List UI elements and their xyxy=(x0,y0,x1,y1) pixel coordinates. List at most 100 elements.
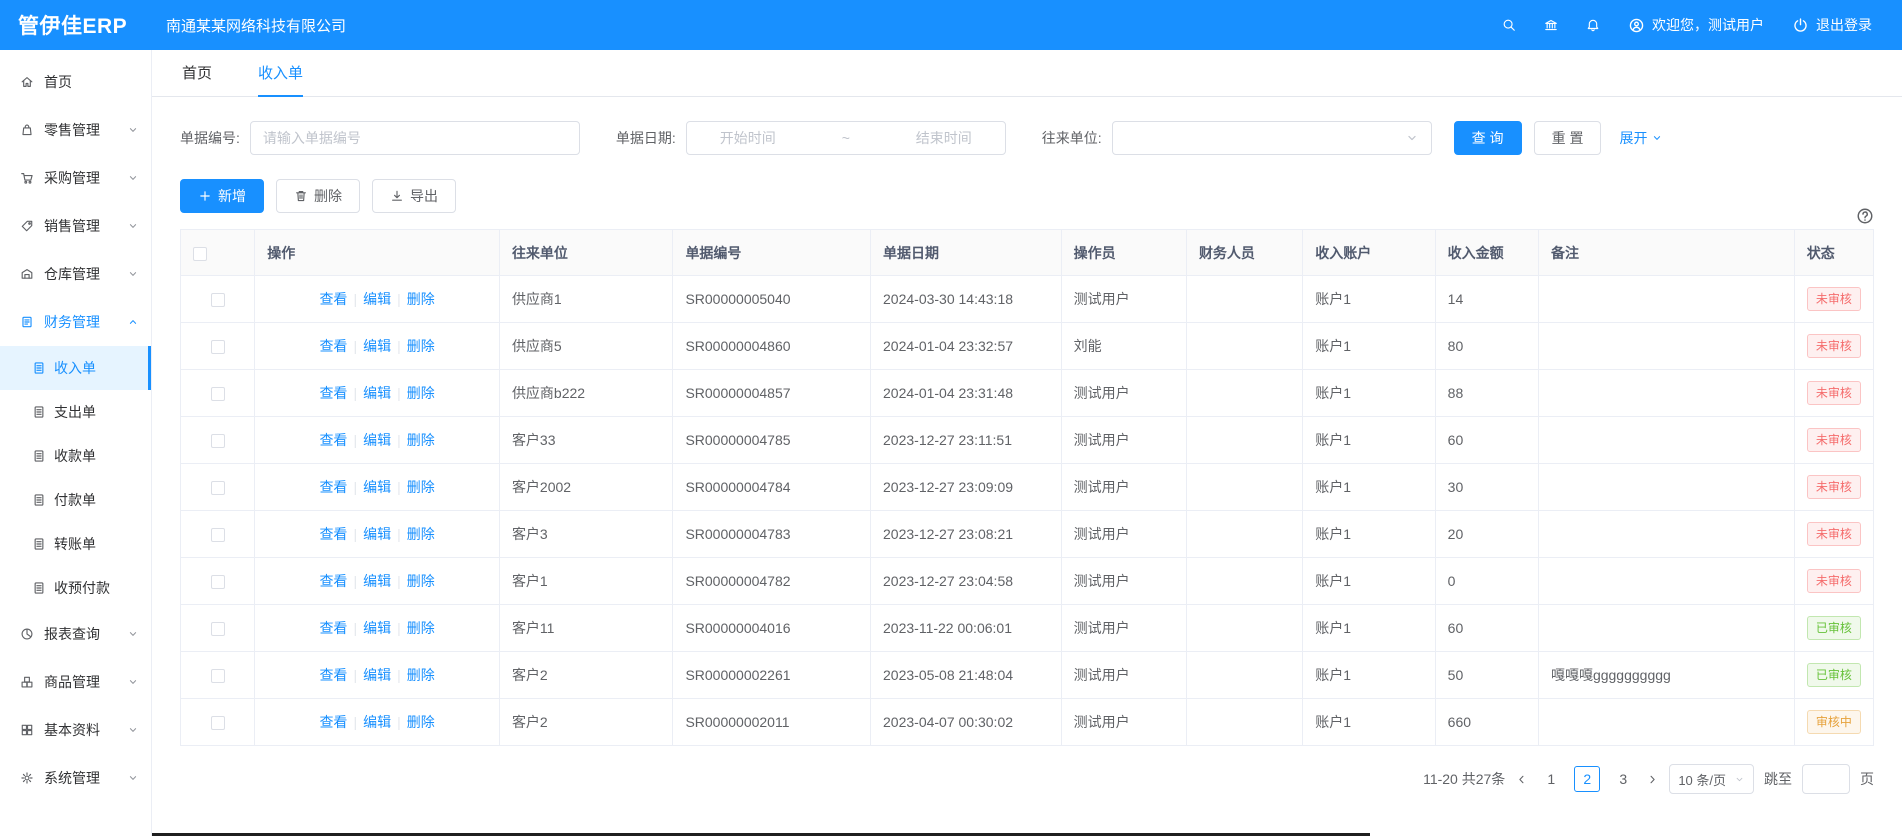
edit-link[interactable]: 编辑 xyxy=(363,573,391,589)
sidebar-item-finance[interactable]: 财务管理 xyxy=(0,298,151,346)
search-icon[interactable] xyxy=(1502,18,1516,32)
sidebar-item-sale[interactable]: 销售管理 xyxy=(0,202,151,250)
table-row: 查看|编辑|删除客户1SR000000047822023-12-27 23:04… xyxy=(181,558,1874,605)
logout-button[interactable]: 退出登录 xyxy=(1792,15,1872,35)
sidebar-subitem-支出单[interactable]: 支出单 xyxy=(0,390,151,434)
sidebar-subitem-收款单[interactable]: 收款单 xyxy=(0,434,151,478)
bank-icon[interactable] xyxy=(1544,18,1558,32)
row-checkbox[interactable] xyxy=(211,387,225,401)
edit-link[interactable]: 编辑 xyxy=(363,479,391,495)
tab-收入单[interactable]: 收入单 xyxy=(258,50,303,97)
account-cell: 账户1 xyxy=(1303,699,1435,746)
view-link[interactable]: 查看 xyxy=(319,620,347,636)
link-separator: | xyxy=(397,432,401,448)
sidebar-item-base[interactable]: 基本资料 xyxy=(0,706,151,754)
base-icon xyxy=(20,723,34,737)
delete-link[interactable]: 删除 xyxy=(407,714,435,730)
edit-link[interactable]: 编辑 xyxy=(363,526,391,542)
delete-link[interactable]: 删除 xyxy=(407,573,435,589)
bell-icon[interactable] xyxy=(1586,18,1600,32)
sidebar-subitem-转账单[interactable]: 转账单 xyxy=(0,522,151,566)
delete-link[interactable]: 删除 xyxy=(407,291,435,307)
date-range-input[interactable]: 开始时间 ~ 结束时间 xyxy=(686,121,1006,155)
delete-button[interactable]: 删除 xyxy=(276,179,360,213)
row-checkbox[interactable] xyxy=(211,481,225,495)
view-link[interactable]: 查看 xyxy=(319,479,347,495)
sidebar-subitem-收入单[interactable]: 收入单 xyxy=(0,346,151,390)
expand-link-text: 展开 xyxy=(1619,128,1647,148)
sidebar-subitem-付款单[interactable]: 付款单 xyxy=(0,478,151,522)
delete-link[interactable]: 删除 xyxy=(407,667,435,683)
delete-link[interactable]: 删除 xyxy=(407,432,435,448)
next-page-button[interactable] xyxy=(1646,773,1659,786)
welcome-user[interactable]: 欢迎您，测试用户 xyxy=(1628,15,1764,35)
row-checkbox[interactable] xyxy=(211,575,225,589)
partner-label: 往来单位: xyxy=(1042,128,1102,148)
page-size-select[interactable]: 10 条/页 xyxy=(1669,764,1754,794)
select-all-checkbox[interactable] xyxy=(193,247,207,261)
chevron-up-icon xyxy=(127,316,139,328)
edit-link[interactable]: 编辑 xyxy=(363,291,391,307)
reset-button[interactable]: 重 置 xyxy=(1534,121,1602,155)
row-checkbox[interactable] xyxy=(211,716,225,730)
page-1[interactable]: 1 xyxy=(1538,766,1564,792)
sidebar-item-label: 报表查询 xyxy=(44,624,100,644)
sidebar-item-home[interactable]: 首页 xyxy=(0,58,151,106)
page-2-current[interactable]: 2 xyxy=(1574,766,1600,792)
table-header-row: 操作往来单位单据编号单据日期操作员财务人员收入账户收入金额备注状态 xyxy=(181,230,1874,276)
add-button[interactable]: 新增 xyxy=(180,179,264,213)
delete-link[interactable]: 删除 xyxy=(407,526,435,542)
row-checkbox[interactable] xyxy=(211,622,225,636)
edit-link[interactable]: 编辑 xyxy=(363,667,391,683)
row-checkbox[interactable] xyxy=(211,340,225,354)
search-button[interactable]: 查 询 xyxy=(1454,121,1522,155)
edit-link[interactable]: 编辑 xyxy=(363,338,391,354)
delete-link[interactable]: 删除 xyxy=(407,338,435,354)
date-cell: 2023-05-08 21:48:04 xyxy=(871,652,1062,699)
view-link[interactable]: 查看 xyxy=(319,667,347,683)
actions-cell: 查看|编辑|删除 xyxy=(255,417,500,464)
system-icon xyxy=(20,771,34,785)
view-link[interactable]: 查看 xyxy=(319,385,347,401)
delete-link[interactable]: 删除 xyxy=(407,385,435,401)
sidebar-item-purchase[interactable]: 采购管理 xyxy=(0,154,151,202)
delete-link[interactable]: 删除 xyxy=(407,620,435,636)
partner-select[interactable] xyxy=(1112,121,1432,155)
sidebar-item-retail[interactable]: 零售管理 xyxy=(0,106,151,154)
row-checkbox[interactable] xyxy=(211,434,225,448)
jump-input[interactable] xyxy=(1802,764,1850,794)
remark-cell xyxy=(1538,558,1794,605)
column-header-单据编号: 单据编号 xyxy=(673,230,871,276)
sidebar-subitem-收预付款[interactable]: 收预付款 xyxy=(0,566,151,610)
view-link[interactable]: 查看 xyxy=(319,526,347,542)
tab-首页[interactable]: 首页 xyxy=(182,50,212,97)
edit-link[interactable]: 编辑 xyxy=(363,620,391,636)
sidebar-item-system[interactable]: 系统管理 xyxy=(0,754,151,802)
link-separator: | xyxy=(353,385,357,401)
bill-no-input[interactable]: 请输入单据编号 xyxy=(250,121,580,155)
view-link[interactable]: 查看 xyxy=(319,432,347,448)
edit-link[interactable]: 编辑 xyxy=(363,714,391,730)
row-checkbox[interactable] xyxy=(211,528,225,542)
view-link[interactable]: 查看 xyxy=(319,338,347,354)
edit-link[interactable]: 编辑 xyxy=(363,385,391,401)
view-link[interactable]: 查看 xyxy=(319,573,347,589)
sidebar-item-goods[interactable]: 商品管理 xyxy=(0,658,151,706)
sidebar-item-warehouse[interactable]: 仓库管理 xyxy=(0,250,151,298)
row-checkbox[interactable] xyxy=(211,293,225,307)
view-link[interactable]: 查看 xyxy=(319,714,347,730)
expand-link[interactable]: 展开 xyxy=(1619,128,1663,148)
sidebar-item-report[interactable]: 报表查询 xyxy=(0,610,151,658)
operator-cell: 刘能 xyxy=(1061,323,1186,370)
date-cell: 2024-03-30 14:43:18 xyxy=(871,276,1062,323)
help-icon[interactable] xyxy=(1856,207,1874,225)
export-button[interactable]: 导出 xyxy=(372,179,456,213)
view-link[interactable]: 查看 xyxy=(319,291,347,307)
date-cell: 2024-01-04 23:31:48 xyxy=(871,370,1062,417)
delete-link[interactable]: 删除 xyxy=(407,479,435,495)
page-3[interactable]: 3 xyxy=(1610,766,1636,792)
prev-page-button[interactable] xyxy=(1515,773,1528,786)
amount-cell: 0 xyxy=(1435,558,1538,605)
row-checkbox[interactable] xyxy=(211,669,225,683)
edit-link[interactable]: 编辑 xyxy=(363,432,391,448)
